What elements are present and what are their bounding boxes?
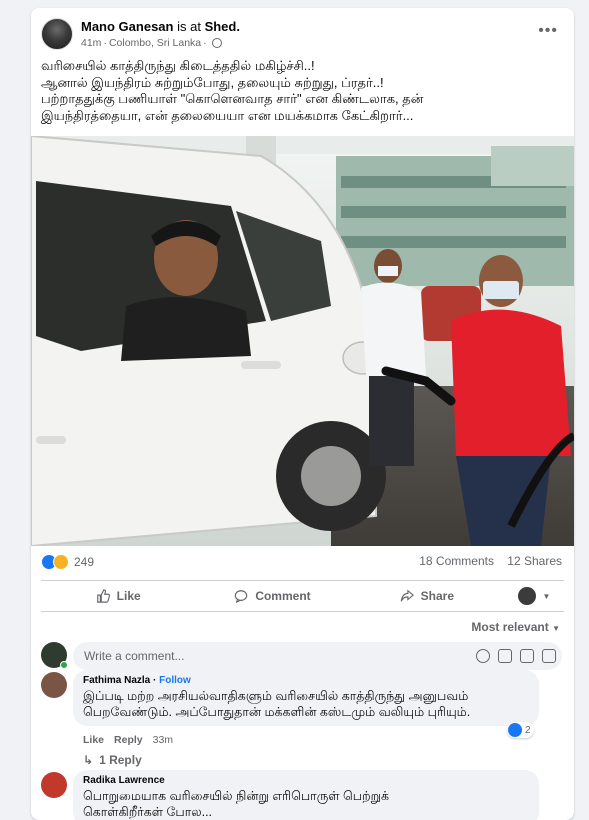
- commenter-name[interactable]: Fathima Nazla: [83, 675, 150, 686]
- commenter-name-row: Fathima Nazla · Follow: [83, 675, 529, 686]
- author-avatar[interactable]: [41, 18, 73, 50]
- globe-icon: [211, 38, 222, 48]
- sort-label: Most relevant: [471, 620, 549, 634]
- comment-item: Fathima Nazla · Follow இப்படி மற்ற அரசிய…: [41, 670, 562, 770]
- comment-input[interactable]: Write a comment...: [73, 642, 562, 670]
- commenter-avatar[interactable]: [41, 772, 67, 798]
- post-location[interactable]: Colombo, Sri Lanka: [109, 37, 201, 49]
- post-stats: 249 18 Comments 12 Shares: [41, 546, 562, 576]
- write-comment-row: Write a comment...: [41, 642, 562, 670]
- caption-line: இயந்திரத்தையா, என் தலையையா என மயக்கமாக க…: [41, 107, 414, 123]
- comment-actions: Like Reply 33m: [83, 734, 173, 746]
- post-card: Mano Ganesan is at Shed. 41m · Colombo, …: [31, 8, 574, 820]
- chevron-down-icon: ▼: [552, 624, 560, 633]
- comment-text: இப்படி மற்ற அரசியல்வாதிகளும் வரிசையில் க…: [83, 688, 529, 720]
- comment-line: பெறவேண்டும். அப்போதுதான் மக்களின் கஸ்டமு…: [83, 705, 471, 719]
- share-button[interactable]: Share: [350, 581, 504, 611]
- follow-button[interactable]: Follow: [159, 675, 191, 686]
- comment-icon: [235, 590, 248, 603]
- comment-like-button[interactable]: Like: [83, 734, 104, 746]
- thumbs-up-icon: [96, 589, 110, 603]
- comment-reactions[interactable]: 2: [507, 722, 534, 738]
- reply-arrow-icon: ↳: [83, 753, 94, 767]
- comment-button[interactable]: Comment: [195, 581, 349, 611]
- post-caption: வரிசையில் காத்திருந்து கிடைத்ததில் மகிழ்…: [41, 58, 561, 124]
- emoji-icon[interactable]: [476, 649, 490, 663]
- comment-line: இப்படி மற்ற அரசியல்வாதிகளும் வரிசையில் க…: [83, 689, 469, 703]
- checkin-text: is at: [177, 19, 201, 34]
- comment-reply-button[interactable]: Reply: [114, 734, 143, 746]
- like-reaction-icon: [508, 723, 522, 737]
- comment-placeholder: Write a comment...: [84, 649, 185, 663]
- caption-line: வரிசையில் காத்திருந்து கிடைத்ததில் மகிழ்…: [41, 58, 315, 73]
- share-icon: [400, 589, 414, 602]
- replies-count: 1 Reply: [99, 753, 142, 767]
- share-label: Share: [420, 589, 454, 603]
- author-name[interactable]: Mano Ganesan: [81, 19, 173, 34]
- comment-time[interactable]: 33m: [153, 734, 173, 746]
- commenter-name-row: Radika Lawrence: [83, 775, 529, 786]
- action-bar: Like Comment Share ▼: [41, 580, 564, 612]
- stats-right: 18 Comments 12 Shares: [419, 554, 562, 568]
- meta-separator: ·: [103, 37, 107, 49]
- like-label: Like: [116, 589, 141, 603]
- commenter-avatar[interactable]: [41, 672, 67, 698]
- viewer-avatar: [517, 587, 536, 605]
- comment-like-count: 2: [525, 724, 531, 736]
- comment-text: பொறுமையாக வரிசையில் நின்று எரிபொருள் பெற…: [83, 788, 529, 820]
- sort-comments-dropdown[interactable]: Most relevant ▼: [471, 620, 560, 634]
- haha-reaction-icon: [53, 554, 69, 570]
- meta-separator: ·: [203, 37, 207, 49]
- post-header: Mano Ganesan is at Shed. 41m · Colombo, …: [41, 18, 564, 58]
- commenter-name[interactable]: Radika Lawrence: [83, 775, 165, 786]
- caption-line: ஆனால் இயந்திரம் சுற்றும்போது, தலையும் சு…: [41, 74, 384, 90]
- post-photo[interactable]: [31, 136, 574, 546]
- reaction-count: 249: [74, 555, 95, 569]
- reactions-summary[interactable]: 249: [41, 554, 94, 570]
- comment-line: கொள்கிறீர்கள் போல...: [83, 805, 213, 819]
- gif-icon[interactable]: [520, 649, 534, 663]
- comment-bubble: Fathima Nazla · Follow இப்படி மற்ற அரசிய…: [73, 670, 539, 726]
- comment-input-tools: [476, 649, 556, 663]
- comment-line: பொறுமையாக வரிசையில் நின்று எரிபொருள் பெற…: [83, 789, 390, 803]
- caption-line: பற்றாததுக்கு பணியாள் "கொளெனவாத சார்" என …: [41, 91, 424, 106]
- view-replies-button[interactable]: ↳ 1 Reply: [83, 753, 142, 767]
- sticker-icon[interactable]: [542, 649, 556, 663]
- post-time[interactable]: 41m: [81, 37, 101, 49]
- chevron-down-icon: ▼: [542, 591, 551, 601]
- comment-label: Comment: [255, 589, 311, 603]
- place-name[interactable]: Shed.: [205, 19, 240, 34]
- like-button[interactable]: Like: [41, 581, 195, 611]
- post-meta: 41m · Colombo, Sri Lanka ·: [81, 37, 222, 49]
- comments-count[interactable]: 18 Comments: [419, 554, 494, 568]
- camera-icon[interactable]: [498, 649, 512, 663]
- shares-count[interactable]: 12 Shares: [507, 554, 562, 568]
- online-indicator: [60, 661, 68, 669]
- more-options-icon[interactable]: •••: [538, 22, 558, 40]
- post-title: Mano Ganesan is at Shed.: [81, 19, 240, 34]
- audience-selector[interactable]: ▼: [504, 581, 564, 611]
- comment-bubble: Radika Lawrence பொறுமையாக வரிசையில் நின்…: [73, 770, 539, 820]
- photo-illustration: [31, 136, 574, 546]
- comment-item: Radika Lawrence பொறுமையாக வரிசையில் நின்…: [41, 770, 562, 820]
